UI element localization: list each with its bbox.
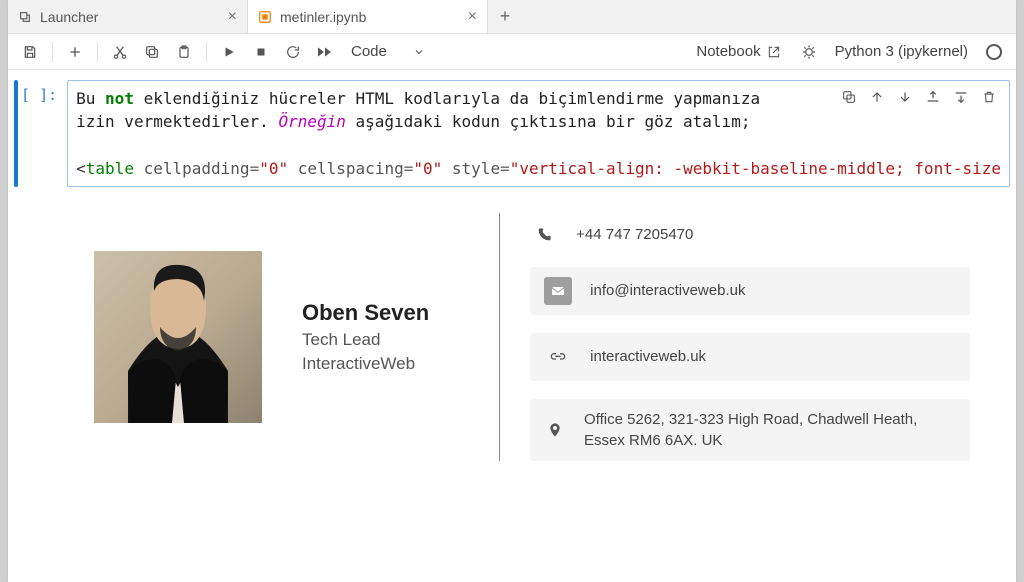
notebook-mode-label: Notebook bbox=[696, 43, 760, 60]
tab-notebook[interactable]: metinler.ipynb × bbox=[248, 0, 488, 33]
notebook-area: [ ]: Bu not eklendiğiniz hücreler HTML k… bbox=[8, 70, 1016, 582]
close-icon[interactable]: × bbox=[228, 9, 237, 25]
contact-website: interactiveweb.uk bbox=[530, 333, 970, 381]
copy-button[interactable] bbox=[138, 38, 166, 66]
signature-card: Oben Seven Tech Lead InteractiveWeb +44 … bbox=[94, 213, 970, 461]
tab-label: metinler.ipynb bbox=[280, 9, 460, 25]
signature-company: InteractiveWeb bbox=[302, 354, 429, 374]
run-button[interactable] bbox=[215, 38, 243, 66]
notebook-icon bbox=[258, 10, 272, 24]
signature-role: Tech Lead bbox=[302, 330, 429, 350]
cell-type-label: Code bbox=[351, 43, 387, 60]
insert-below-button[interactable] bbox=[951, 87, 971, 107]
cell-prompt: [ ]: bbox=[18, 80, 67, 187]
contact-email: info@interactiveweb.uk bbox=[530, 267, 970, 315]
contact-address-text: Office 5262, 321-323 High Road, Chadwell… bbox=[584, 409, 956, 451]
avatar bbox=[94, 251, 262, 423]
open-notebook-button[interactable]: Notebook bbox=[686, 43, 790, 60]
cell-output: Oben Seven Tech Lead InteractiveWeb +44 … bbox=[14, 195, 1010, 491]
close-icon[interactable]: × bbox=[468, 9, 477, 25]
contact-email-text: info@interactiveweb.uk bbox=[590, 280, 745, 301]
tab-label: Launcher bbox=[40, 9, 220, 25]
contact-phone-text: +44 747 7205470 bbox=[576, 224, 693, 245]
add-tab-button[interactable]: + bbox=[488, 6, 522, 27]
cell-type-select[interactable]: Code bbox=[343, 39, 433, 64]
interrupt-button[interactable] bbox=[247, 38, 275, 66]
contact-website-text: interactiveweb.uk bbox=[590, 346, 706, 367]
duplicate-cell-button[interactable] bbox=[839, 87, 859, 107]
code-cell[interactable]: [ ]: Bu not eklendiğiniz hücreler HTML k… bbox=[14, 80, 1010, 187]
tab-bar: Launcher × metinler.ipynb × + bbox=[8, 0, 1016, 34]
insert-cell-button[interactable] bbox=[61, 38, 89, 66]
contact-address: Office 5262, 321-323 High Road, Chadwell… bbox=[530, 399, 970, 461]
vertical-divider bbox=[499, 213, 500, 461]
move-down-button[interactable] bbox=[895, 87, 915, 107]
debugger-button[interactable] bbox=[795, 38, 823, 66]
kernel-select[interactable]: Python 3 (ipykernel) bbox=[827, 43, 976, 60]
tab-launcher[interactable]: Launcher × bbox=[8, 0, 248, 33]
cell-toolbar bbox=[835, 85, 1003, 109]
link-icon bbox=[544, 343, 572, 371]
external-link-icon bbox=[767, 45, 781, 59]
move-up-button[interactable] bbox=[867, 87, 887, 107]
contact-phone: +44 747 7205470 bbox=[530, 221, 970, 249]
paste-button[interactable] bbox=[170, 38, 198, 66]
restart-run-all-button[interactable] bbox=[311, 38, 339, 66]
save-button[interactable] bbox=[16, 38, 44, 66]
location-icon bbox=[544, 416, 566, 444]
notebook-toolbar: Code Notebook Python 3 (ipykernel) bbox=[8, 34, 1016, 70]
phone-icon bbox=[530, 221, 558, 249]
launcher-icon bbox=[18, 10, 32, 24]
restart-button[interactable] bbox=[279, 38, 307, 66]
signature-name: Oben Seven bbox=[302, 300, 429, 326]
delete-cell-button[interactable] bbox=[979, 87, 999, 107]
mail-icon bbox=[544, 277, 572, 305]
chevron-down-icon bbox=[413, 46, 425, 58]
cell-body[interactable]: Bu not eklendiğiniz hücreler HTML kodlar… bbox=[67, 80, 1010, 187]
insert-above-button[interactable] bbox=[923, 87, 943, 107]
kernel-status-idle-icon bbox=[986, 44, 1002, 60]
cut-button[interactable] bbox=[106, 38, 134, 66]
